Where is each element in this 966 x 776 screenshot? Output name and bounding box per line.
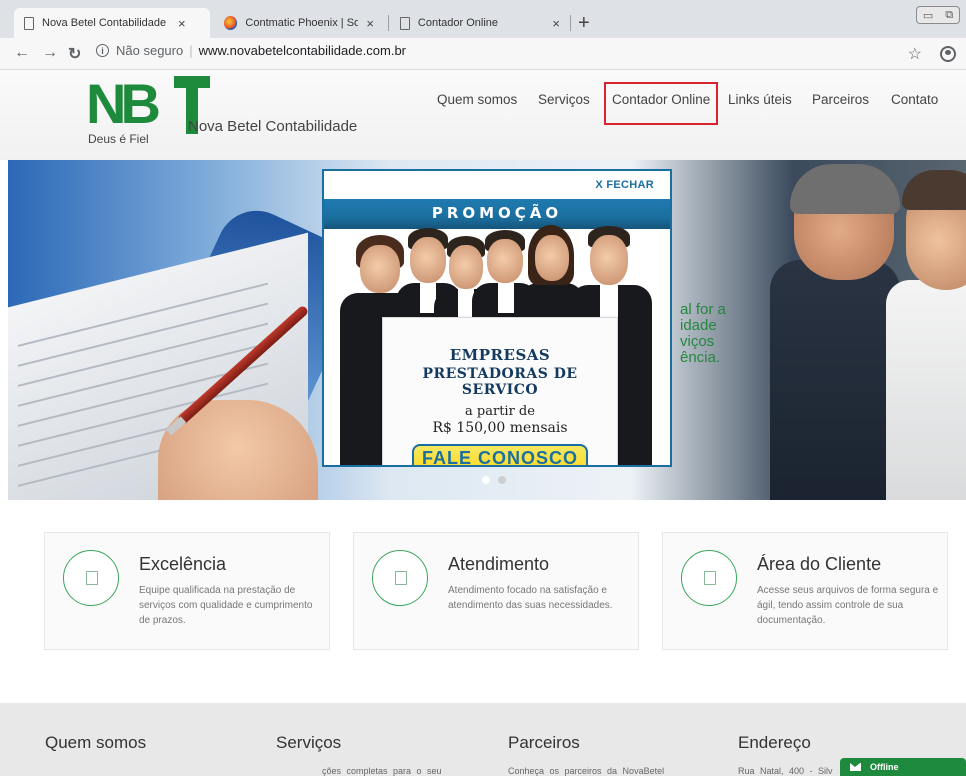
sign-line-a-partir-de: a partir de (465, 404, 535, 419)
slider-dots (482, 476, 506, 484)
info-icon[interactable]: i (96, 44, 109, 57)
tab-close-icon[interactable]: × (366, 16, 374, 31)
area-do-cliente-icon (681, 550, 737, 606)
promo-banner: PROMOÇÃO (324, 199, 670, 229)
feature-description: Atendimento focado na satisfação e atend… (448, 585, 613, 611)
browser-toolbar: ← → ↻ i Não seguro | www.novabetelcontab… (0, 38, 966, 70)
sign-line-price: R$ 150,00 mensais (432, 420, 568, 436)
tab-separator (570, 15, 571, 31)
hero-businessman (770, 164, 900, 500)
address-divider: | (189, 43, 193, 58)
chat-status-label: Offline (870, 762, 899, 772)
footer-text-parceiros: Conheça os parceiros da NovaBetel (508, 766, 665, 776)
tab-title: Contador Online (417, 17, 499, 29)
hero-businessman-smiling (886, 160, 966, 500)
footer-heading-quem-somos: Quem somos (45, 733, 147, 752)
main-navigation: Quem somos Serviços Contador Online Link… (0, 70, 966, 130)
nav-servicos[interactable]: Serviços (538, 92, 590, 107)
tab-title: Nova Betel Contabilidade (42, 17, 167, 29)
window-controls[interactable]: ▭ ⧉ (916, 6, 960, 24)
tab-close-icon[interactable]: × (552, 16, 560, 31)
bookmark-star-icon[interactable]: ☆ (908, 44, 922, 64)
footer-text-endereco: Rua Natal, 400 - Silv (738, 766, 833, 776)
address-bar[interactable]: i Não seguro | www.novabetelcontabilidad… (96, 43, 406, 58)
nav-links-uteis[interactable]: Links úteis (728, 92, 792, 107)
footer-heading-endereco: Endereço (738, 733, 811, 752)
promo-image: EMPRESAS PRESTADORAS DE SERVICO a partir… (324, 225, 670, 465)
minimize-icon[interactable]: ▭ (923, 9, 933, 22)
new-tab-button[interactable]: + (578, 12, 590, 35)
feature-description: Equipe qualificada na prestação de servi… (139, 585, 313, 626)
footer-text-servicos: ções completas para o seu (322, 766, 442, 776)
footer-heading-parceiros: Parceiros (508, 733, 580, 752)
promo-sign: EMPRESAS PRESTADORAS DE SERVICO a partir… (382, 317, 618, 465)
nav-parceiros[interactable]: Parceiros (812, 92, 869, 107)
tab-close-icon[interactable]: × (178, 16, 186, 31)
reload-icon[interactable]: ↻ (68, 44, 81, 64)
atendimento-icon (372, 550, 428, 606)
close-popup-button[interactable]: X FECHAR (595, 179, 654, 191)
feature-card-excelencia[interactable]: Excelência Equipe qualificada na prestaç… (44, 532, 330, 650)
tab-nova-betel[interactable]: Nova Betel Contabilidade × (14, 8, 210, 38)
browser-tabstrip: Nova Betel Contabilidade × Contmatic Pho… (0, 0, 966, 38)
excelencia-icon (63, 550, 119, 606)
slider-dot[interactable] (498, 476, 506, 484)
feature-title: Atendimento (448, 554, 550, 574)
page-icon (400, 16, 410, 30)
nav-contato[interactable]: Contato (891, 92, 938, 107)
tab-contador-online[interactable]: Contador Online × (390, 8, 570, 38)
forward-arrow-icon[interactable]: → (42, 44, 58, 62)
sign-line-prestadoras: PRESTADORAS DE SERVICO (422, 366, 578, 398)
fale-conosco-button[interactable]: FALE CONOSCO (411, 444, 588, 465)
footer-heading-servicos: Serviços (276, 733, 342, 752)
profile-icon[interactable] (940, 46, 956, 62)
hero-slide-text: al for a idade viços ência. (680, 301, 726, 366)
logo-motto: Deus é Fiel (88, 132, 149, 146)
sign-line-empresas: EMPRESAS (449, 346, 551, 364)
feature-card-atendimento[interactable]: Atendimento Atendimento focado na satisf… (353, 532, 639, 650)
site-footer: Quem somos Serviços ções completas para … (0, 703, 966, 776)
url-text[interactable]: www.novabetelcontabilidade.com.br (199, 43, 406, 58)
restore-icon[interactable]: ⧉ (945, 9, 953, 22)
promo-popup: X FECHAR PROMOÇÃO EMPRESAS PRESTADORAS D… (322, 169, 672, 467)
phoenix-icon (224, 16, 238, 30)
nav-contador-online[interactable]: Contador Online (603, 82, 719, 125)
tab-title: Contmatic Phoenix | Soluções em S (245, 17, 359, 29)
security-label: Não seguro (116, 43, 184, 58)
back-arrow-icon[interactable]: ← (14, 44, 30, 62)
nav-quem-somos[interactable]: Quem somos (437, 92, 517, 107)
envelope-icon (850, 763, 861, 771)
tab-separator (388, 15, 389, 31)
feature-description: Acesse seus arquivos de forma segura e á… (757, 585, 939, 626)
chat-offline-widget[interactable]: Offline (840, 758, 966, 776)
feature-card-area-do-cliente[interactable]: Área do Cliente Acesse seus arquivos de … (662, 532, 948, 650)
promo-title: PROMOÇÃO (431, 204, 563, 222)
feature-title: Excelência (139, 554, 227, 574)
slider-dot-active[interactable] (482, 476, 490, 484)
tab-contmatic[interactable]: Contmatic Phoenix | Soluções em S × (214, 8, 384, 38)
page-icon (24, 16, 34, 30)
feature-title: Área do Cliente (757, 554, 882, 574)
